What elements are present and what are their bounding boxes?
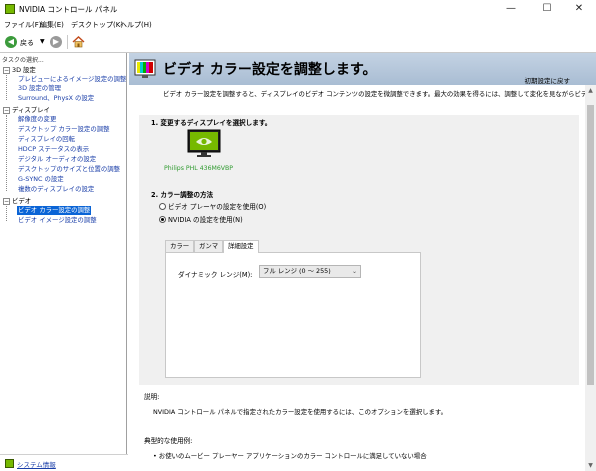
radio-player-label[interactable]: ビデオ プレーヤの設定を使用(O) (168, 203, 266, 211)
tab-advanced[interactable]: 詳細設定 (223, 240, 259, 253)
system-info-bar: システム情報 (0, 454, 128, 471)
task-multiple-displays[interactable]: 複数のディスプレイの設定 (18, 185, 94, 194)
menu-file[interactable]: ファイル(F) (4, 20, 42, 30)
tree-line (6, 75, 7, 100)
content-pane: ビデオ カラー設定を調整します。 初期設定に戻す ビデオ カラー設定を調整すると… (129, 53, 596, 471)
maximize-button[interactable]: ☐ (530, 0, 564, 18)
home-icon[interactable] (72, 35, 85, 48)
radio-nvidia-label[interactable]: NVIDIA の設定を使用(N) (168, 216, 243, 224)
window-title: NVIDIA コントロール パネル (19, 5, 118, 14)
task-change-resolution[interactable]: 解像度の変更 (18, 115, 56, 124)
back-button-label[interactable]: 戻る (20, 38, 34, 48)
menu-desktop[interactable]: デスクトップ(K) (71, 20, 123, 30)
radio-on-indicator[interactable] (159, 216, 166, 223)
tree-line (6, 115, 7, 191)
system-info-link[interactable]: システム情報 (17, 459, 56, 469)
category-video[interactable]: ビデオ (12, 197, 31, 206)
task-pane-header: タスクの選択... (2, 57, 44, 64)
tab-gamma[interactable]: ガンマ (194, 240, 224, 252)
minimize-button[interactable]: — (494, 0, 528, 18)
tab-color[interactable]: カラー (165, 240, 195, 252)
forward-arrow-icon[interactable]: ▶ (50, 36, 62, 48)
restore-defaults-link[interactable]: 初期設定に戻す (525, 75, 571, 85)
typical-usage-text: • お使いのムービー プレーヤー アプリケーションのカラー コントロールに満足し… (153, 452, 427, 460)
description-heading: 説明: (144, 393, 160, 401)
title-bar: NVIDIA コントロール パネル — ☐ ✕ (0, 0, 596, 18)
toolbar-separator (67, 35, 68, 49)
description-text: NVIDIA コントロール パネルで指定されたカラー設定を使用するには、このオプ… (153, 408, 448, 416)
task-gsync[interactable]: G-SYNC の設定 (18, 175, 64, 184)
page-title: ビデオ カラー設定を調整します。 (163, 62, 377, 78)
step2-heading: 2. カラー調整の方法 (151, 191, 214, 199)
typical-usage-heading: 典型的な使用例: (144, 437, 193, 445)
step1-heading: 1. 変更するディスプレイを選択します。 (151, 119, 272, 127)
radio-use-player-settings[interactable]: ビデオ プレーヤの設定を使用(O) (159, 201, 266, 211)
nvidia-app-icon (5, 4, 15, 14)
scrollbar-thumb[interactable] (587, 105, 594, 385)
collapse-display-icon[interactable]: − (3, 107, 10, 114)
category-3d[interactable]: 3D 設定 (12, 66, 36, 75)
tree-line (6, 206, 7, 221)
menu-bar: ファイル(F) 編集(E) デスクトップ(K) ヘルプ(H) (0, 18, 596, 31)
radio-off-indicator[interactable] (159, 203, 166, 210)
history-dropdown-icon[interactable]: ▼ (40, 38, 45, 45)
scroll-up-icon[interactable]: ▲ (585, 87, 596, 94)
advanced-tab-panel: ダイナミック レンジ(M): フル レンジ (0 〜 255) ⌄ (165, 252, 421, 378)
task-video-color-selected[interactable]: ビデオ カラー設定の調整 (17, 206, 92, 215)
task-pane: タスクの選択... − 3D 設定 プレビューによるイメージ設定の調整 3D 設… (0, 53, 127, 454)
menu-help[interactable]: ヘルプ(H) (120, 20, 152, 30)
dynamic-range-select[interactable]: フル レンジ (0 〜 255) ⌄ (259, 265, 361, 278)
back-arrow-icon[interactable]: ◀ (5, 36, 17, 48)
display-monitor-icon[interactable] (187, 129, 221, 159)
system-info-icon (5, 459, 14, 468)
task-video-image[interactable]: ビデオ イメージ設定の調整 (18, 216, 97, 225)
dynamic-range-value[interactable]: フル レンジ (0 〜 255) (263, 267, 331, 275)
scroll-down-icon[interactable]: ▼ (585, 462, 596, 469)
page-intro-text: ビデオ カラー設定を調整すると、ディスプレイのビデオ コンテンツの設定を微調整で… (163, 90, 588, 98)
content-scrollbar[interactable]: ▲ ▼ (585, 85, 596, 471)
task-preview-image-settings[interactable]: プレビューによるイメージ設定の調整 (18, 75, 126, 84)
task-digital-audio[interactable]: デジタル オーディオの設定 (18, 155, 96, 164)
radio-use-nvidia-settings[interactable]: NVIDIA の設定を使用(N) (159, 214, 243, 224)
collapse-3d-icon[interactable]: − (3, 67, 10, 74)
settings-area: 1. 変更するディスプレイを選択します。 Philips PHL 436M6VB… (139, 115, 579, 385)
toolbar: ◀ 戻る ▼ ▶ (0, 31, 596, 53)
dynamic-range-label: ダイナミック レンジ(M): (178, 271, 253, 279)
collapse-video-icon[interactable]: − (3, 198, 10, 205)
video-color-page-icon (134, 59, 156, 78)
task-desktop-color[interactable]: デスクトップ カラー設定の調整 (18, 125, 110, 134)
task-manage-3d-settings[interactable]: 3D 設定の管理 (18, 84, 61, 93)
task-rotate-display[interactable]: ディスプレイの回転 (18, 135, 75, 144)
close-button[interactable]: ✕ (562, 0, 596, 18)
task-hdcp-status[interactable]: HDCP ステータスの表示 (18, 145, 89, 154)
page-banner: ビデオ カラー設定を調整します。 初期設定に戻す (129, 53, 596, 85)
chevron-down-icon[interactable]: ⌄ (352, 266, 357, 277)
display-name-label[interactable]: Philips PHL 436M6VBP (164, 165, 233, 172)
menu-edit[interactable]: 編集(E) (40, 20, 64, 30)
task-desktop-size-position[interactable]: デスクトップのサイズと位置の調整 (18, 165, 120, 174)
category-display[interactable]: ディスプレイ (12, 106, 50, 115)
task-surround-physx[interactable]: Surround、PhysX の設定 (18, 94, 94, 103)
